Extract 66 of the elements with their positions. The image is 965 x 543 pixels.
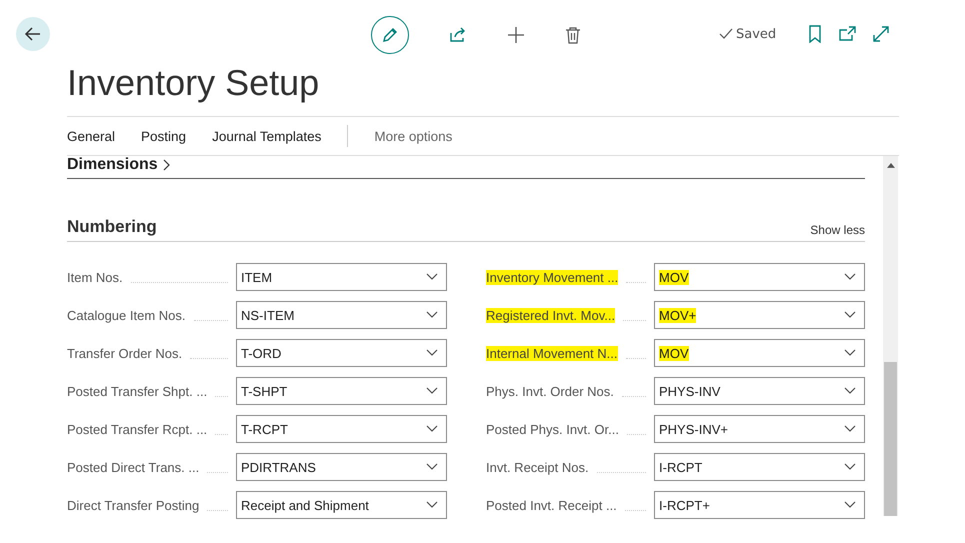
open-new-window-icon[interactable] — [838, 26, 856, 42]
dropdown-field[interactable]: I-RCPT+ — [654, 491, 865, 519]
more-options-tab[interactable]: More options — [374, 128, 452, 144]
dropdown-field[interactable]: T-ORD — [236, 339, 447, 367]
expand-icon[interactable] — [872, 25, 890, 43]
dropdown-field[interactable]: MOV — [654, 339, 865, 367]
chevron-down-icon — [844, 349, 856, 357]
chevron-down-icon — [844, 501, 856, 509]
field-label: Internal Movement N... — [486, 346, 618, 360]
field-label: Registered Invt. Mov... — [486, 308, 616, 322]
share-icon[interactable] — [449, 26, 467, 44]
field-label: Posted Invt. Receipt ... — [486, 498, 617, 512]
back-arrow-icon — [24, 25, 42, 43]
field-label: Posted Direct Trans. ... — [67, 460, 200, 474]
trash-icon[interactable] — [565, 26, 581, 44]
chevron-down-icon — [426, 311, 438, 319]
dropdown-field[interactable]: I-RCPT — [654, 453, 865, 481]
edit-button[interactable] — [371, 16, 409, 54]
chevron-down-icon — [426, 387, 438, 395]
chevron-down-icon — [844, 463, 856, 471]
dropdown-field[interactable]: PHYS-INV+ — [654, 415, 865, 443]
dropdown-field[interactable]: T-RCPT — [236, 415, 447, 443]
section-title: Numbering — [67, 217, 157, 237]
dropdown-field[interactable]: Receipt and Shipment — [236, 491, 447, 519]
chevron-down-icon — [844, 425, 856, 433]
field-label: Transfer Order Nos. — [67, 346, 182, 360]
field-label: Catalogue Item Nos. — [67, 308, 186, 322]
scrollbar-thumb[interactable] — [884, 362, 897, 516]
chevron-down-icon — [426, 273, 438, 281]
saved-status: Saved — [736, 26, 776, 42]
dropdown-field[interactable]: PDIRTRANS — [236, 453, 447, 481]
field-label: Direct Transfer Posting — [67, 498, 200, 512]
dropdown-field[interactable]: MOV+ — [654, 301, 865, 329]
dropdown-field[interactable]: MOV — [654, 263, 865, 291]
chevron-down-icon — [426, 349, 438, 357]
show-less-link[interactable]: Show less — [810, 223, 865, 237]
bookmark-icon[interactable] — [808, 25, 822, 43]
dropdown-field[interactable]: ITEM — [236, 263, 447, 291]
chevron-down-icon — [844, 387, 856, 395]
field-label: Inventory Movement ... — [486, 270, 618, 284]
checkmark-icon — [719, 28, 733, 40]
back-button[interactable] — [16, 17, 50, 51]
section-header[interactable]: Dimensions — [67, 156, 158, 174]
dropdown-field[interactable]: PHYS-INV — [654, 377, 865, 405]
field-label: Phys. Invt. Order Nos. — [486, 384, 614, 398]
field-label: Posted Transfer Shpt. ... — [67, 384, 208, 398]
page-title: Inventory Setup — [67, 62, 320, 105]
chevron-down-icon — [426, 501, 438, 509]
field-label: Posted Phys. Invt. Or... — [486, 422, 619, 436]
tab[interactable]: Posting — [141, 128, 186, 144]
chevron-down-icon — [844, 311, 856, 319]
dropdown-field[interactable]: T-SHPT — [236, 377, 447, 405]
dropdown-field[interactable]: NS-ITEM — [236, 301, 447, 329]
scrollbar[interactable] — [883, 156, 898, 516]
field-label: Item Nos. — [67, 270, 123, 284]
tab[interactable]: General — [67, 128, 116, 144]
add-icon[interactable] — [507, 26, 525, 44]
chevron-icon — [162, 159, 170, 171]
pencil-icon — [381, 26, 399, 44]
chevron-down-icon — [844, 273, 856, 281]
scroll-up-icon[interactable] — [886, 162, 894, 168]
chevron-down-icon — [426, 463, 438, 471]
field-label: Invt. Receipt Nos. — [486, 460, 589, 474]
chevron-down-icon — [426, 425, 438, 433]
field-label: Posted Transfer Rcpt. ... — [67, 422, 208, 436]
tab[interactable]: Journal Templates — [212, 128, 322, 144]
